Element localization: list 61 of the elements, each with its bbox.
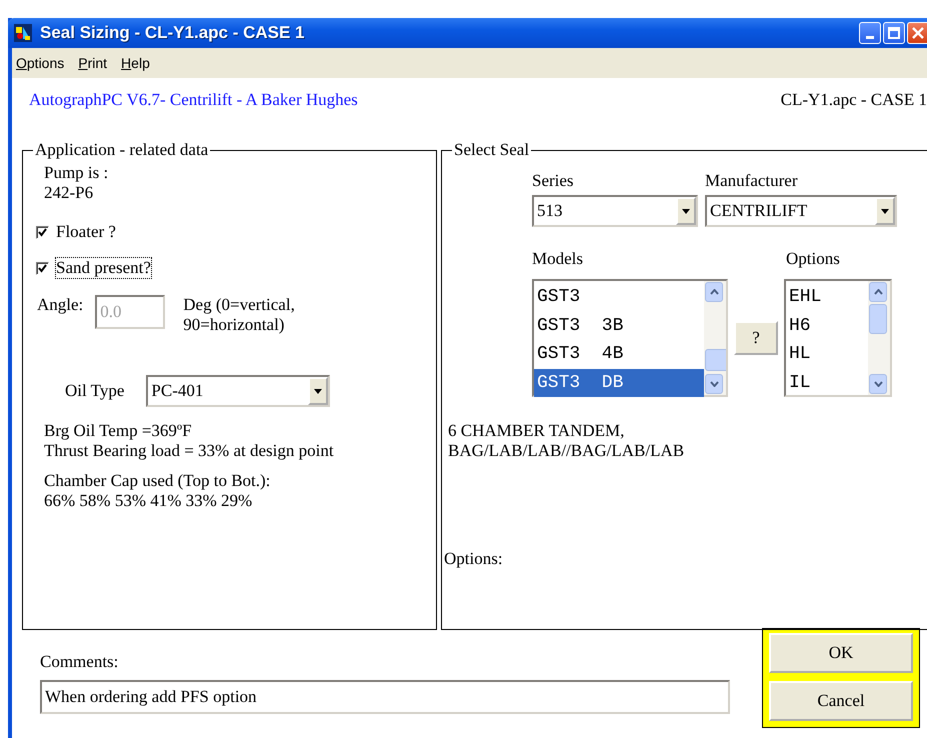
- scrollbar[interactable]: [868, 281, 890, 395]
- seal-description: 6 CHAMBER TANDEM, BAG/LAB/LAB//BAG/LAB/LAB: [447, 421, 686, 461]
- list-item[interactable]: GST3 DB: [534, 368, 704, 397]
- window-title: Seal Sizing - CL-Y1.apc - CASE 1: [40, 23, 306, 43]
- dropdown-arrow-icon: [881, 208, 889, 214]
- oil-temp-text: Brg Oil Temp =369ºF: [43, 421, 193, 441]
- dropdown-arrow-icon: [314, 388, 322, 394]
- close-icon: [912, 27, 924, 39]
- scroll-thumb[interactable]: [869, 304, 887, 334]
- manufacturer-dropdown[interactable]: CENTRILIFT: [705, 195, 897, 227]
- scroll-up-icon: [874, 289, 882, 295]
- list-item[interactable]: GST3 4B: [534, 340, 704, 368]
- oil-type-dropdown[interactable]: PC-401: [146, 375, 330, 407]
- list-box[interactable]: EHL H6 HL IL: [784, 279, 892, 397]
- list-item[interactable]: GST3 3B: [534, 312, 704, 340]
- series-dropdown[interactable]: 513: [532, 195, 698, 227]
- comments-label: Comments:: [40, 652, 120, 672]
- scrollbar[interactable]: [704, 281, 726, 395]
- angle-label: Angle:: [37, 295, 84, 315]
- manufacturer-label: Manufacturer: [705, 171, 799, 191]
- comments-field[interactable]: When ordering add PFS option: [40, 680, 730, 714]
- models-label: Models: [532, 249, 584, 269]
- minimize-icon: [866, 36, 874, 39]
- group-title: Application - related data: [33, 140, 210, 160]
- product-title: AutographPC V6.7- Centrilift - A Baker Hughes: [29, 90, 358, 111]
- help-button[interactable]: ?: [734, 321, 778, 355]
- menu-item[interactable]: Print: [78, 55, 108, 71]
- minimize-button[interactable]: [859, 22, 881, 44]
- scroll-up-icon: [710, 289, 718, 295]
- close-button[interactable]: [907, 22, 927, 44]
- list-item[interactable]: HL: [786, 340, 868, 368]
- list-item[interactable]: H6: [786, 312, 868, 340]
- menu-item[interactable]: Help: [121, 55, 150, 71]
- series-label: Series: [532, 171, 575, 191]
- chamber-values: 66% 58% 53% 41% 33% 29%: [44, 491, 254, 511]
- pump-value: 242-P6: [44, 183, 94, 203]
- maximize-button[interactable]: [883, 22, 905, 44]
- app-icon: [14, 24, 32, 42]
- dropdown-arrow-icon: [682, 208, 690, 214]
- scroll-down-icon: [710, 381, 718, 387]
- list-item[interactable]: GST3: [534, 283, 704, 312]
- list-box[interactable]: GST3 GST3 3B GST3 4B GST3 DB: [532, 279, 728, 397]
- dialog-button[interactable]: OK: [769, 633, 913, 673]
- maximize-icon: [888, 27, 900, 39]
- menu-item[interactable]: Options: [16, 55, 64, 71]
- dialog-button[interactable]: Cancel: [769, 681, 913, 721]
- thrust-load-text: Thrust Bearing load = 33% at design point: [43, 441, 335, 461]
- scroll-down-icon: [874, 381, 882, 387]
- checkmark-icon: [38, 228, 47, 236]
- file-name: CL-Y1.apc - CASE 1: [780, 90, 927, 111]
- list-item[interactable]: IL: [786, 368, 868, 397]
- checkbox-label[interactable]: Floater ?: [55, 221, 117, 243]
- pump-label: Pump is :: [44, 163, 110, 183]
- oil-type-label: Oil Type: [65, 381, 124, 401]
- checkmark-icon: [38, 264, 47, 272]
- checkbox-label[interactable]: Sand present?: [55, 257, 152, 279]
- options-label: Options: [786, 249, 840, 269]
- chamber-label: Chamber Cap used (Top to Bot.):: [44, 471, 272, 491]
- list-item[interactable]: EHL: [786, 283, 868, 312]
- options-text: Options:: [443, 549, 504, 569]
- angle-unit: Deg (0=vertical, 90=horizontal): [183, 295, 296, 335]
